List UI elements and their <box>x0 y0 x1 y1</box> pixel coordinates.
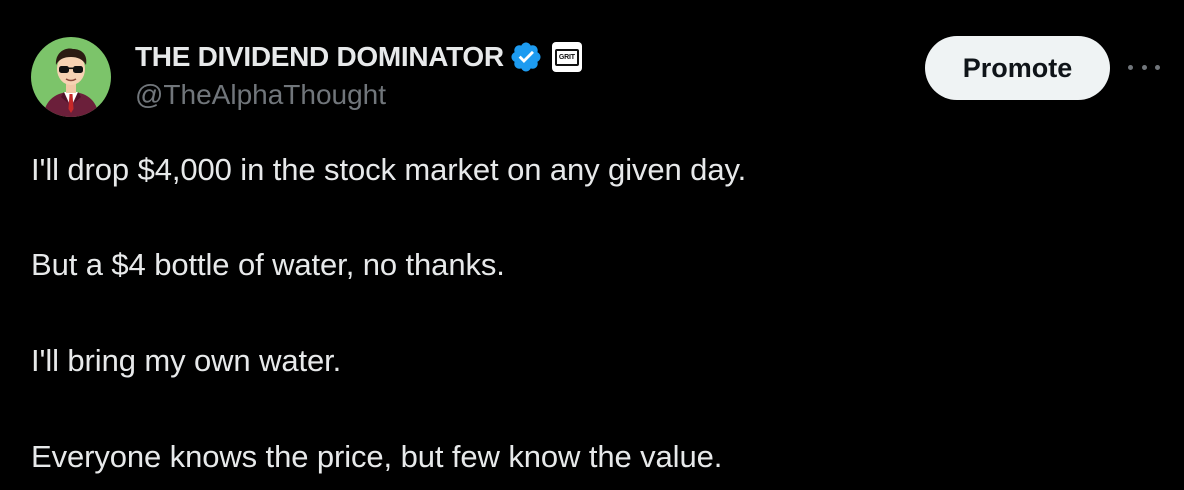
tweet-text-line: I'll drop $4,000 in the stock market on … <box>31 152 747 187</box>
dot <box>1155 64 1160 70</box>
author-handle[interactable]: @TheAlphaThought <box>135 79 386 111</box>
dot <box>1128 64 1133 70</box>
affiliate-badge-label: GRIT <box>554 48 579 66</box>
avatar-illustration <box>31 37 111 117</box>
avatar[interactable] <box>31 37 111 117</box>
promote-button[interactable]: Promote <box>925 36 1110 100</box>
verified-badge-icon[interactable] <box>509 40 543 74</box>
affiliate-badge[interactable]: GRIT <box>551 42 582 72</box>
dot <box>1141 64 1147 70</box>
tweet-text-line: Everyone knows the price, but few know t… <box>31 439 723 474</box>
author-name-row: THE DIVIDEND DOMINATOR GRIT <box>135 38 582 76</box>
tweet-text-line: I'll bring my own water. <box>31 343 342 378</box>
tweet-card: THE DIVIDEND DOMINATOR GRIT @TheAlphaTho… <box>0 0 1184 490</box>
display-name[interactable]: THE DIVIDEND DOMINATOR <box>135 41 504 73</box>
ellipsis-icon[interactable] <box>1126 55 1162 79</box>
tweet-text-line: But a $4 bottle of water, no thanks. <box>31 247 505 282</box>
